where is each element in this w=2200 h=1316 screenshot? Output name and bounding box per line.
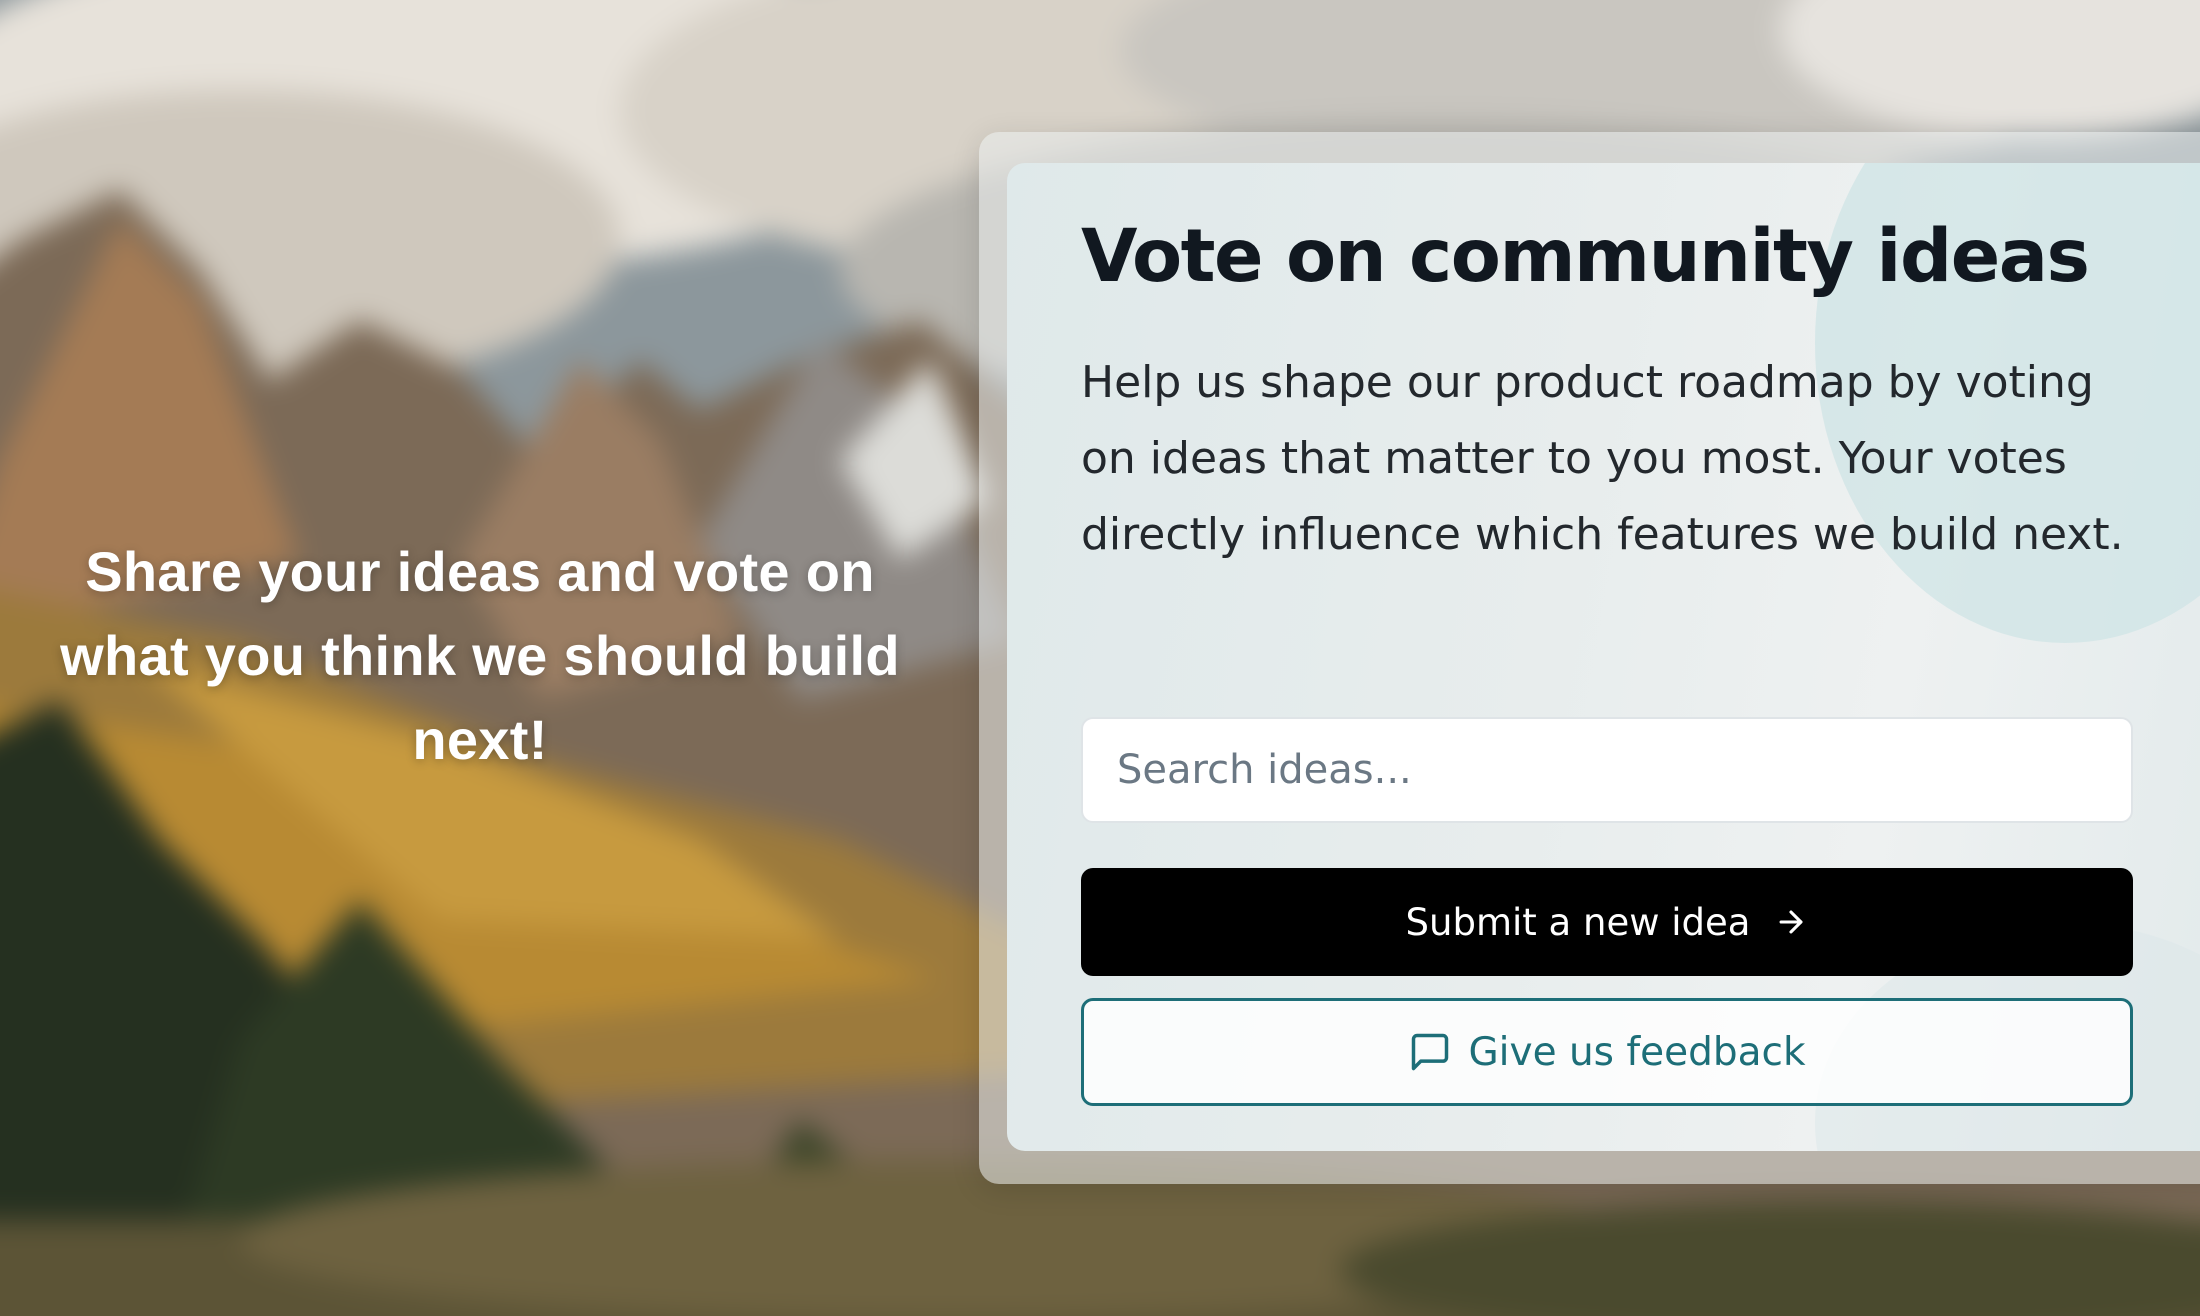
submit-idea-label: Submit a new idea	[1405, 900, 1751, 944]
card-description: Help us shape our product roadmap by vot…	[1081, 357, 2124, 560]
arrow-right-icon	[1774, 905, 1808, 939]
give-feedback-label: Give us feedback	[1468, 1029, 1806, 1075]
vote-card: Vote on community ideas Help us shape ou…	[1007, 163, 2200, 1151]
submit-idea-button[interactable]: Submit a new idea	[1081, 868, 2133, 976]
hero-tagline: Share your ideas and vote on what you th…	[60, 540, 900, 771]
message-square-icon	[1408, 1030, 1452, 1074]
give-feedback-button[interactable]: Give us feedback	[1081, 998, 2133, 1106]
page-title: Vote on community ideas	[1081, 214, 2090, 299]
search-input[interactable]	[1081, 717, 2133, 823]
